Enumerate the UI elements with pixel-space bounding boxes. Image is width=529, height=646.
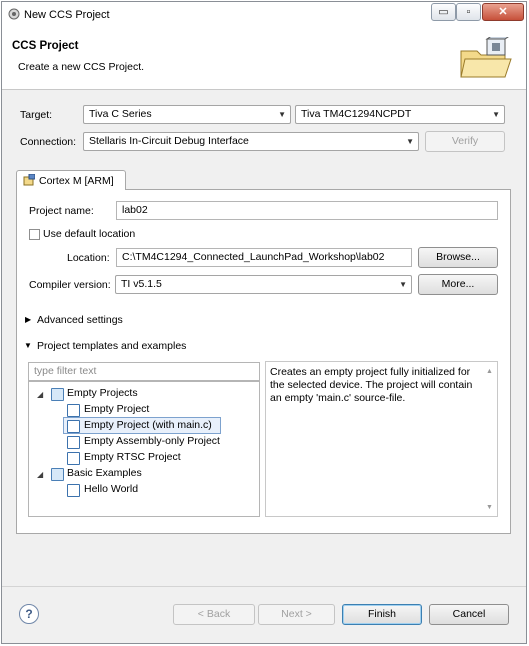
more-button[interactable]: More... xyxy=(418,274,498,295)
back-button[interactable]: < Back xyxy=(173,604,255,625)
folder-icon xyxy=(51,468,64,481)
description-line: an empty 'main.c' source-file. xyxy=(270,392,406,404)
filter-input[interactable]: type filter text xyxy=(28,362,260,381)
target-device-value: Tiva TM4C1294NCPDT xyxy=(301,108,412,120)
advanced-expand-icon[interactable]: ▶ xyxy=(25,315,31,324)
tab-cortex-m[interactable]: Cortex M [ARM] xyxy=(16,170,126,190)
connection-value: Stellaris In-Circuit Debug Interface xyxy=(89,135,249,147)
connection-dropdown[interactable]: Stellaris In-Circuit Debug Interface ▼ xyxy=(83,132,419,151)
tree-item-empty-project[interactable]: Empty Project xyxy=(84,403,149,415)
app-icon xyxy=(8,8,20,20)
templates-collapse-icon[interactable]: ▼ xyxy=(24,341,32,350)
next-button[interactable]: Next > xyxy=(258,604,335,625)
footer-divider xyxy=(2,586,526,587)
compiler-version-value: TI v5.1.5 xyxy=(121,278,162,290)
tab-label: Cortex M [ARM] xyxy=(39,175,114,187)
tree-item-empty-projects[interactable]: Empty Projects xyxy=(67,387,138,399)
help-icon[interactable]: ? xyxy=(19,604,39,624)
expand-arrow-icon[interactable]: ◢ xyxy=(37,390,43,399)
project-name-input[interactable]: lab02 xyxy=(116,201,498,220)
scroll-down-icon[interactable]: ▼ xyxy=(486,504,493,511)
dropdown-arrow-icon: ▼ xyxy=(406,137,414,146)
project-icon xyxy=(67,420,80,433)
description-line: Creates an empty project fully initializ… xyxy=(270,366,471,378)
target-device-dropdown[interactable]: Tiva TM4C1294NCPDT ▼ xyxy=(295,105,505,124)
target-family-dropdown[interactable]: Tiva C Series ▼ xyxy=(83,105,291,124)
maximize-button[interactable]: ▫ xyxy=(456,3,481,21)
advanced-settings-toggle[interactable]: Advanced settings xyxy=(37,314,123,326)
close-button[interactable]: ✕ xyxy=(482,3,524,21)
browse-button[interactable]: Browse... xyxy=(418,247,498,268)
cancel-button[interactable]: Cancel xyxy=(429,604,509,625)
compiler-version-label: Compiler version: xyxy=(29,279,111,291)
expand-arrow-icon[interactable]: ◢ xyxy=(37,470,43,479)
project-icon xyxy=(67,436,80,449)
templates-section-toggle[interactable]: Project templates and examples xyxy=(37,340,186,352)
tree-item-hello-world[interactable]: Hello World xyxy=(84,483,138,495)
folder-wizard-icon xyxy=(457,34,513,81)
minimize-button[interactable]: ▭ xyxy=(431,3,456,21)
verify-button[interactable]: Verify xyxy=(425,131,505,152)
use-default-location-checkbox[interactable] xyxy=(29,229,40,240)
connection-label: Connection: xyxy=(20,136,77,148)
arm-core-icon xyxy=(23,173,36,186)
scroll-up-icon[interactable]: ▲ xyxy=(486,368,493,375)
project-icon xyxy=(67,452,80,465)
dropdown-arrow-icon: ▼ xyxy=(399,280,407,289)
dropdown-arrow-icon: ▼ xyxy=(492,110,500,119)
compiler-version-dropdown[interactable]: TI v5.1.5 ▼ xyxy=(115,275,412,294)
page-subtitle: Create a new CCS Project. xyxy=(18,61,145,73)
folder-icon xyxy=(51,388,64,401)
description-line: the selected device. The project will co… xyxy=(270,379,473,391)
page-title: CCS Project xyxy=(12,40,79,52)
project-icon xyxy=(67,404,80,417)
dropdown-arrow-icon: ▼ xyxy=(278,110,286,119)
template-description: Creates an empty project fully initializ… xyxy=(265,361,498,517)
target-label: Target: xyxy=(20,109,53,121)
finish-button[interactable]: Finish xyxy=(342,604,422,625)
window-title: New CCS Project xyxy=(24,9,110,21)
tree-item-basic-examples[interactable]: Basic Examples xyxy=(67,467,142,479)
tree-item-empty-assembly[interactable]: Empty Assembly-only Project xyxy=(84,435,220,447)
target-family-value: Tiva C Series xyxy=(89,108,152,120)
tree-item-empty-project-main[interactable]: Empty Project (with main.c) xyxy=(84,419,212,431)
use-default-location-label: Use default location xyxy=(43,228,136,240)
templates-tree: ◢ Empty Projects Empty Project Empty Pro… xyxy=(28,381,260,517)
tree-item-empty-rtsc[interactable]: Empty RTSC Project xyxy=(84,451,181,463)
project-icon xyxy=(67,484,80,497)
location-label: Location: xyxy=(67,252,110,264)
wizard-header xyxy=(2,30,526,90)
project-name-label: Project name: xyxy=(29,205,94,217)
location-input[interactable]: C:\TM4C1294_Connected_LaunchPad_Workshop… xyxy=(116,248,412,267)
